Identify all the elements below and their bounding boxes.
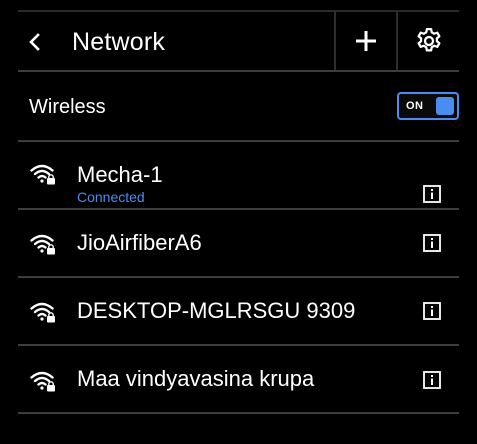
network-name: JioAirfiberA6 (77, 230, 202, 255)
wifi-lock-icon (30, 302, 55, 323)
network-item[interactable]: JioAirfiberA6 (18, 210, 459, 278)
network-item[interactable]: Maa vindyavasina krupa (18, 346, 459, 414)
info-icon[interactable] (423, 185, 441, 203)
network-panel: Network Wireless ON Mecha-1 Connected Ji… (18, 10, 459, 444)
info-icon[interactable] (423, 371, 441, 389)
plus-icon (356, 31, 376, 51)
network-name: Maa vindyavasina krupa (77, 366, 315, 391)
wifi-lock-icon (30, 164, 55, 185)
wireless-toggle[interactable]: ON (397, 92, 459, 120)
info-icon[interactable] (423, 302, 441, 320)
wireless-label: Wireless (29, 96, 106, 118)
network-name: Mecha-1 (77, 162, 163, 187)
info-icon[interactable] (423, 234, 441, 252)
chevron-left-icon (29, 33, 40, 51)
gear-icon (417, 28, 440, 52)
settings-button[interactable] (398, 12, 459, 70)
network-item[interactable]: Mecha-1 Connected (18, 142, 459, 210)
header-bar: Network (18, 10, 459, 72)
network-item[interactable]: DESKTOP-MGLRSGU 9309 (18, 278, 459, 346)
back-button[interactable] (20, 24, 50, 60)
wifi-lock-icon (30, 371, 55, 392)
toggle-knob (436, 97, 454, 115)
wifi-lock-icon (30, 234, 55, 255)
toggle-state-label: ON (406, 100, 424, 112)
wireless-row: Wireless ON (18, 72, 459, 142)
network-name: DESKTOP-MGLRSGU 9309 (77, 298, 356, 323)
add-network-button[interactable] (336, 12, 396, 70)
connection-status: Connected (77, 189, 145, 205)
page-title: Network (72, 28, 166, 56)
